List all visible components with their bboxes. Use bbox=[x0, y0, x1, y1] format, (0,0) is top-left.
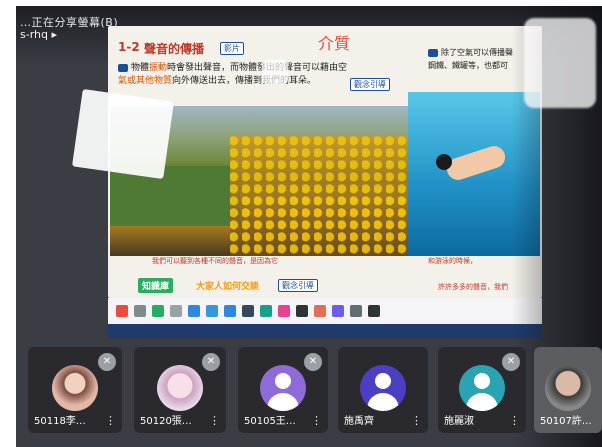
handwritten-annotation: 介質 bbox=[318, 34, 351, 53]
participant-tile[interactable]: ✕ 施麗淑 ⋮ bbox=[438, 347, 526, 433]
avatar bbox=[459, 365, 505, 411]
participant-tile[interactable]: 施禹齊 ⋮ bbox=[338, 347, 428, 433]
mic-off-icon: ✕ bbox=[202, 353, 220, 371]
video-button[interactable]: 影片 bbox=[220, 42, 244, 55]
gear-icon[interactable] bbox=[134, 305, 146, 317]
student-icon[interactable] bbox=[260, 305, 272, 317]
swimmer-head bbox=[436, 154, 452, 170]
glare-reflection bbox=[262, 60, 288, 84]
speaker-icon[interactable] bbox=[118, 63, 128, 72]
pen-icon[interactable] bbox=[314, 305, 326, 317]
palette-icon[interactable] bbox=[152, 305, 164, 317]
participant-name: 50118李… bbox=[34, 416, 86, 427]
avatar bbox=[260, 365, 306, 411]
participant-tile[interactable]: ✕ 50118李… ⋮ bbox=[28, 347, 122, 433]
grid-icon[interactable] bbox=[332, 305, 344, 317]
swimmer bbox=[444, 143, 508, 183]
avatar bbox=[545, 365, 591, 411]
participant-name: 50105王… bbox=[244, 416, 296, 427]
windows-taskbar bbox=[108, 324, 542, 338]
participant-tile[interactable]: 50107許… bbox=[534, 347, 602, 433]
more-vertical-icon[interactable]: ⋮ bbox=[411, 414, 422, 427]
mic-off-icon: ✕ bbox=[502, 353, 520, 371]
more-vertical-icon[interactable]: ⋮ bbox=[209, 414, 220, 427]
photo-caption-left: 我們可以聽到各種不同的聲音，是因為它 bbox=[152, 257, 278, 265]
screenshot-frame: …正在分享螢幕(B) s-rhq ▸ 1-2 聲音的傳播 影片 介質 物體振動時… bbox=[0, 0, 602, 447]
cheering-crowd bbox=[230, 136, 408, 256]
more-vertical-icon[interactable]: ⋮ bbox=[311, 414, 322, 427]
glare-reflection bbox=[72, 88, 174, 180]
shared-slide: 1-2 聲音的傳播 影片 介質 物體振動時會發出聲音，而物體發出的聲音可以藉由空… bbox=[108, 26, 542, 298]
minimize-icon[interactable] bbox=[350, 305, 362, 317]
mic-off-icon: ✕ bbox=[98, 353, 116, 371]
close-icon[interactable] bbox=[368, 305, 380, 317]
avatar bbox=[52, 365, 98, 411]
participant-name: 施禹齊 bbox=[344, 416, 374, 427]
avatar bbox=[360, 365, 406, 411]
prev-page-icon[interactable] bbox=[188, 305, 200, 317]
knowledge-link[interactable]: 大家人如何交談 bbox=[196, 279, 259, 292]
participant-name: 施麗淑 bbox=[444, 416, 474, 427]
next-page-icon[interactable] bbox=[224, 305, 236, 317]
ebook-toolbar bbox=[108, 298, 542, 324]
home-icon[interactable] bbox=[116, 305, 128, 317]
glare-reflection bbox=[524, 18, 596, 108]
participant-name: 50120張… bbox=[140, 416, 192, 427]
more-vertical-icon[interactable]: ⋮ bbox=[509, 414, 520, 427]
concept-guide-button[interactable]: 觀念引導 bbox=[350, 78, 390, 91]
section-number: 1-2 bbox=[118, 40, 140, 54]
eraser-icon[interactable] bbox=[278, 305, 290, 317]
section-title: 聲音的傳播 bbox=[144, 42, 205, 56]
mic-off-icon: ✕ bbox=[304, 353, 322, 371]
speaker-icon[interactable] bbox=[428, 48, 438, 57]
baseball-field bbox=[110, 166, 240, 226]
insert-page-icon[interactable] bbox=[206, 305, 218, 317]
participant-tile[interactable]: ✕ 50120張… ⋮ bbox=[134, 347, 226, 433]
photo-caption-bottom: 許許多多的聲音，我們 bbox=[438, 283, 508, 291]
participant-name: 50107許… bbox=[540, 416, 592, 427]
graduation-cap-icon[interactable] bbox=[242, 305, 254, 317]
meeting-id-fragment: s-rhq ▸ bbox=[20, 28, 58, 41]
magnifier-icon[interactable] bbox=[170, 305, 182, 317]
participant-tile[interactable]: ✕ 50105王… ⋮ bbox=[238, 347, 328, 433]
photo-caption-right: 和游泳的時候， bbox=[428, 257, 477, 265]
pointer-icon[interactable] bbox=[296, 305, 308, 317]
more-vertical-icon[interactable]: ⋮ bbox=[105, 414, 116, 427]
avatar bbox=[157, 365, 203, 411]
concept-guide-button-2[interactable]: 觀念引導 bbox=[278, 279, 318, 292]
knowledge-base-label: 知識庫 bbox=[138, 278, 174, 293]
